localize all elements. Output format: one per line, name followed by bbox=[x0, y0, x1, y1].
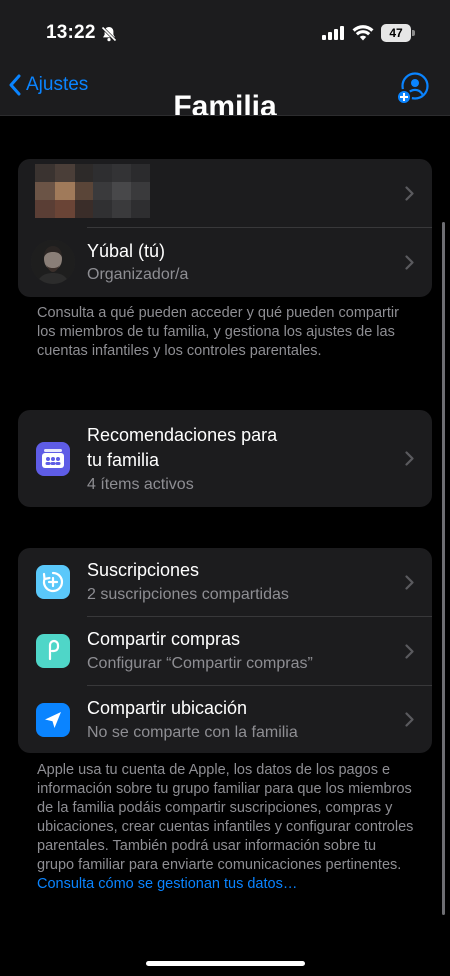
chevron-left-icon bbox=[9, 74, 21, 96]
sharing-features-group: Suscripciones 2 suscripciones compartida… bbox=[18, 548, 432, 753]
location-arrow-icon bbox=[36, 703, 70, 737]
privacy-link[interactable]: Consulta cómo se gestionan tus datos… bbox=[37, 876, 297, 892]
purchase-sharing-icon bbox=[36, 634, 70, 668]
location-sharing-row[interactable]: Compartir ubicación No se comparte con l… bbox=[18, 686, 432, 753]
bottom-footer-text: Apple usa tu cuenta de Apple, los datos … bbox=[37, 761, 417, 894]
status-bar: 13:22 47 bbox=[0, 0, 450, 64]
clock: 13:22 bbox=[46, 22, 96, 43]
chevron-right-icon bbox=[405, 575, 414, 590]
recommendations-subtitle: 4 ítems activos bbox=[87, 476, 194, 493]
recommendations-title-line1: Recomendaciones para bbox=[87, 425, 278, 445]
chevron-right-icon bbox=[405, 644, 414, 659]
back-label: Ajustes bbox=[26, 74, 89, 95]
chevron-right-icon bbox=[405, 186, 414, 201]
pixelated-avatar bbox=[35, 164, 93, 218]
scroll-content[interactable]: Yúbal (tú) Organizador/a Consulta a qué … bbox=[0, 117, 450, 976]
member-row-self[interactable]: Yúbal (tú) Organizador/a bbox=[18, 228, 432, 297]
feature-title: Suscripciones bbox=[87, 560, 200, 580]
wifi-icon bbox=[352, 25, 374, 41]
bell-slash-icon bbox=[101, 26, 117, 42]
feature-subtitle: 2 suscripciones compartidas bbox=[87, 586, 289, 603]
recommendations-group: Recomendaciones para tu familia 4 ítems … bbox=[18, 410, 432, 507]
home-indicator[interactable] bbox=[146, 961, 305, 966]
family-checklist-icon bbox=[36, 442, 70, 476]
members-footer-text: Consulta a qué pueden acceder y qué pued… bbox=[37, 305, 399, 359]
battery-level: 47 bbox=[381, 24, 411, 42]
feature-subtitle: No se comparte con la familia bbox=[87, 724, 298, 741]
recommendations-title-line2: tu familia bbox=[87, 450, 160, 470]
recommendations-row[interactable]: Recomendaciones para tu familia 4 ítems … bbox=[18, 410, 432, 507]
battery-tip bbox=[412, 30, 415, 36]
purchase-sharing-row[interactable]: Compartir compras Configurar “Compartir … bbox=[18, 617, 432, 685]
feature-subtitle: Configurar “Compartir compras” bbox=[87, 655, 313, 672]
cellular-signal-icon bbox=[322, 26, 344, 40]
member-row-pixelated[interactable] bbox=[18, 159, 432, 227]
pixelated-name bbox=[93, 164, 150, 218]
privacy-description: Apple usa tu cuenta de Apple, los datos … bbox=[37, 762, 414, 873]
scroll-indicator[interactable] bbox=[442, 222, 445, 915]
chevron-right-icon bbox=[405, 451, 414, 466]
profile-photo-icon bbox=[31, 240, 75, 284]
chevron-right-icon bbox=[405, 712, 414, 727]
feature-title: Compartir compras bbox=[87, 629, 241, 649]
family-members-group: Yúbal (tú) Organizador/a bbox=[18, 159, 432, 297]
feature-title: Compartir ubicación bbox=[87, 698, 248, 718]
member-role: Organizador/a bbox=[87, 266, 189, 283]
subscriptions-icon bbox=[36, 565, 70, 599]
back-button[interactable]: Ajustes bbox=[8, 74, 88, 96]
navigation-bar: Familia Ajustes bbox=[0, 64, 450, 116]
member-name: Yúbal (tú) bbox=[87, 241, 166, 261]
avatar bbox=[31, 240, 75, 284]
chevron-right-icon bbox=[405, 255, 414, 270]
add-family-member-icon[interactable] bbox=[396, 72, 430, 106]
subscriptions-row[interactable]: Suscripciones 2 suscripciones compartida… bbox=[18, 548, 432, 616]
